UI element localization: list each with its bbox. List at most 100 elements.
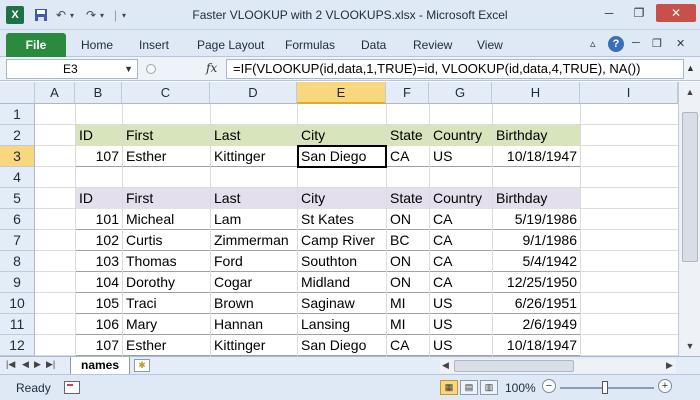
expand-formula-icon[interactable]: ▲ <box>686 63 695 73</box>
row-header-12[interactable]: 12 <box>0 335 35 356</box>
table-cell[interactable]: CA <box>430 272 492 293</box>
tab-home[interactable]: Home <box>81 38 113 52</box>
lookup-header-last[interactable]: Last <box>211 125 297 146</box>
table-cell[interactable]: Mary <box>123 314 210 335</box>
scroll-left-icon[interactable]: ◀ <box>442 360 449 371</box>
table-cell[interactable]: San Diego <box>298 335 386 356</box>
table-cell[interactable]: US <box>430 314 492 335</box>
column-header-b[interactable]: B <box>75 82 122 104</box>
tab-data[interactable]: Data <box>361 38 386 52</box>
table-cell[interactable]: 6/26/1951 <box>493 293 580 314</box>
table-cell[interactable]: ON <box>387 272 429 293</box>
lookup-cell-birthday[interactable]: 10/18/1947 <box>493 146 580 167</box>
row-header-1[interactable]: 1 <box>0 104 35 125</box>
first-sheet-icon[interactable]: |◀ <box>6 359 15 370</box>
table-cell[interactable]: Hannan <box>211 314 297 335</box>
lookup-header-birthday[interactable]: Birthday <box>493 125 580 146</box>
close-icon[interactable]: ✕ <box>656 4 696 22</box>
column-header-a[interactable]: A <box>35 82 75 104</box>
column-header-c[interactable]: C <box>122 82 210 104</box>
scroll-right-icon[interactable]: ▶ <box>666 360 673 371</box>
table-cell[interactable]: 104 <box>76 272 122 293</box>
tab-insert[interactable]: Insert <box>139 38 169 52</box>
vertical-scroll-thumb[interactable] <box>682 112 698 262</box>
table-cell[interactable]: CA <box>430 230 492 251</box>
horizontal-scrollbar[interactable]: ◀ ▶ <box>440 359 676 373</box>
table-cell[interactable]: 106 <box>76 314 122 335</box>
row-header-8[interactable]: 8 <box>0 251 35 272</box>
table-cell[interactable]: Micheal <box>123 209 210 230</box>
table-cell[interactable]: 2/6/1949 <box>493 314 580 335</box>
lookup-cell-first[interactable]: Esther <box>123 146 210 167</box>
row-header-6[interactable]: 6 <box>0 209 35 230</box>
insert-function-icon[interactable]: fx <box>206 61 217 75</box>
table-cell[interactable]: Dorothy <box>123 272 210 293</box>
zoom-slider-thumb[interactable] <box>602 381 608 394</box>
ribbon-collapse-icon[interactable]: ▵ <box>590 37 596 50</box>
tab-review[interactable]: Review <box>413 38 452 52</box>
data-header-city[interactable]: City <box>298 188 386 209</box>
table-cell[interactable]: Esther <box>123 335 210 356</box>
table-cell[interactable]: 12/25/1950 <box>493 272 580 293</box>
doc-minimize-icon[interactable]: ─ <box>632 37 640 49</box>
table-cell[interactable]: 102 <box>76 230 122 251</box>
lookup-cell-country[interactable]: US <box>430 146 492 167</box>
table-cell[interactable]: Cogar <box>211 272 297 293</box>
table-cell[interactable]: Lam <box>211 209 297 230</box>
row-header-3[interactable]: 3 <box>0 146 35 167</box>
zoom-out-icon[interactable]: − <box>542 379 556 393</box>
table-cell[interactable]: 9/1/1986 <box>493 230 580 251</box>
doc-close-icon[interactable]: ✕ <box>676 37 685 50</box>
data-header-id[interactable]: ID <box>76 188 122 209</box>
help-icon[interactable]: ? <box>608 36 624 52</box>
column-header-f[interactable]: F <box>386 82 429 104</box>
table-cell[interactable]: St Kates <box>298 209 386 230</box>
doc-restore-icon[interactable]: ❐ <box>652 37 662 50</box>
name-box-dropdown-icon[interactable]: ▼ <box>124 60 133 78</box>
table-cell[interactable]: Thomas <box>123 251 210 272</box>
data-header-country[interactable]: Country <box>430 188 492 209</box>
table-cell[interactable]: 103 <box>76 251 122 272</box>
table-cell[interactable]: BC <box>387 230 429 251</box>
table-cell[interactable]: Brown <box>211 293 297 314</box>
table-cell[interactable]: CA <box>430 209 492 230</box>
table-cell[interactable]: 5/19/1986 <box>493 209 580 230</box>
row-header-2[interactable]: 2 <box>0 125 35 146</box>
scroll-down-icon[interactable]: ▼ <box>682 338 698 354</box>
table-cell[interactable]: Camp River <box>298 230 386 251</box>
column-header-h[interactable]: H <box>492 82 580 104</box>
lookup-header-state[interactable]: State <box>387 125 429 146</box>
table-cell[interactable]: 105 <box>76 293 122 314</box>
table-cell[interactable]: 10/18/1947 <box>493 335 580 356</box>
lookup-cell-state[interactable]: CA <box>387 146 429 167</box>
tab-formulas[interactable]: Formulas <box>285 38 335 52</box>
file-tab[interactable]: File <box>6 33 66 57</box>
table-cell[interactable]: MI <box>387 293 429 314</box>
row-header-9[interactable]: 9 <box>0 272 35 293</box>
table-cell[interactable]: Midland <box>298 272 386 293</box>
normal-view-icon[interactable]: ▦ <box>440 380 458 395</box>
lookup-header-id[interactable]: ID <box>76 125 122 146</box>
vertical-scrollbar[interactable]: ▲ ▼ <box>678 82 700 356</box>
name-box[interactable]: E3 ▼ <box>6 59 138 79</box>
column-header-e[interactable]: E <box>297 82 386 104</box>
table-cell[interactable]: Zimmerman <box>211 230 297 251</box>
table-cell[interactable]: 5/4/1942 <box>493 251 580 272</box>
table-cell[interactable]: Curtis <box>123 230 210 251</box>
lookup-cell-id[interactable]: 107 <box>76 146 122 167</box>
zoom-level[interactable]: 100% <box>505 381 536 395</box>
row-header-11[interactable]: 11 <box>0 314 35 335</box>
table-cell[interactable]: US <box>430 293 492 314</box>
last-sheet-icon[interactable]: ▶| <box>46 359 55 370</box>
lookup-header-first[interactable]: First <box>123 125 210 146</box>
zoom-in-icon[interactable]: + <box>658 379 672 393</box>
table-cell[interactable]: Ford <box>211 251 297 272</box>
table-cell[interactable]: CA <box>387 335 429 356</box>
table-cell[interactable]: Southton <box>298 251 386 272</box>
data-header-birthday[interactable]: Birthday <box>493 188 580 209</box>
minimize-icon[interactable]: ─ <box>596 4 622 22</box>
insert-sheet-icon[interactable]: ✱ <box>134 359 150 372</box>
table-cell[interactable]: Saginaw <box>298 293 386 314</box>
table-cell[interactable]: 101 <box>76 209 122 230</box>
tab-view[interactable]: View <box>477 38 503 52</box>
